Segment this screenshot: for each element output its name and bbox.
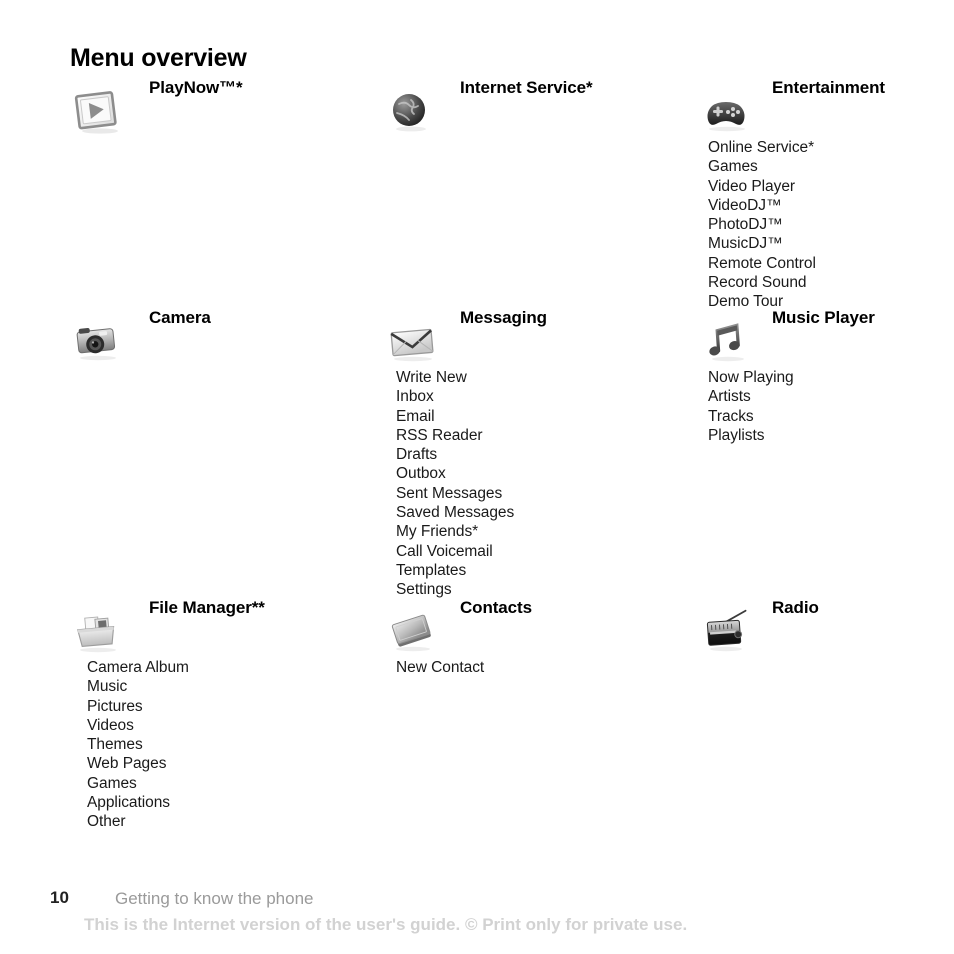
section-item[interactable]: Email [396,407,514,426]
section-item[interactable]: Templates [396,561,514,580]
section-item[interactable]: Sent Messages [396,484,514,503]
section-heading: Entertainment [772,78,885,97]
section-item[interactable]: Call Voicemail [396,542,514,561]
section-item[interactable]: Applications [87,793,189,812]
section-item-list: Online Service* Games Video Player VideoDJ™… [708,138,816,312]
address-book-icon [385,606,441,656]
section-heading: Messaging [460,308,547,327]
section-item[interactable]: Camera Album [87,658,189,677]
section-item[interactable]: Inbox [396,387,514,406]
section-item[interactable]: Now Playing [708,368,794,387]
section-heading: File Manager** [149,598,265,617]
globe-icon [385,86,441,136]
section-item[interactable]: Saved Messages [396,503,514,522]
section-item[interactable]: Settings [396,580,514,599]
section-item[interactable]: Games [708,157,816,176]
music-note-icon [700,316,756,366]
section-heading: Contacts [460,598,532,617]
menu-overview-page: Menu overview PlayNow™* Internet Service… [0,0,954,954]
page-title: Menu overview [70,44,247,72]
section-heading: Radio [772,598,819,617]
section-item[interactable]: New Contact [396,658,484,677]
section-heading: Camera [149,308,211,327]
section-item[interactable]: RSS Reader [396,426,514,445]
section-item[interactable]: Other [87,812,189,831]
section-heading: PlayNow™* [149,78,243,97]
folder-icon [70,606,126,656]
section-item[interactable]: My Friends* [396,522,514,541]
section-item[interactable]: Tracks [708,407,794,426]
section-item[interactable]: Drafts [396,445,514,464]
page-number: 10 [50,888,69,907]
section-item[interactable]: Outbox [396,464,514,483]
section-heading: Internet Service* [460,78,593,97]
section-item-list: Camera Album Music Pictures Videos Themes Web… [87,658,189,832]
section-item[interactable]: PhotoDJ™ [708,215,816,234]
section-item[interactable]: Video Player [708,177,816,196]
section-item-list: New Contact [396,658,484,677]
radio-icon [700,606,756,656]
section-item[interactable]: Games [87,774,189,793]
section-item[interactable]: Write New [396,368,514,387]
chapter-title: Getting to know the phone [115,889,314,908]
watermark-notice: This is the Internet version of the user… [84,915,688,934]
camera-icon [70,316,126,366]
gamepad-icon [700,86,756,136]
section-item-list: Now Playing Artists Tracks Playlists [708,368,794,445]
section-item[interactable]: Record Sound [708,273,816,292]
section-item[interactable]: Online Service* [708,138,816,157]
section-item[interactable]: Themes [87,735,189,754]
section-item[interactable]: VideoDJ™ [708,196,816,215]
section-item[interactable]: Remote Control [708,254,816,273]
section-item[interactable]: Web Pages [87,754,189,773]
section-item-list: Write New Inbox Email RSS Reader Drafts Outbo… [396,368,514,600]
envelope-icon [385,316,441,366]
section-item[interactable]: Artists [708,387,794,406]
playnow-icon [70,86,126,136]
section-item[interactable]: Videos [87,716,189,735]
section-heading: Music Player [772,308,875,327]
section-item[interactable]: MusicDJ™ [708,234,816,253]
section-item[interactable]: Music [87,677,189,696]
section-item[interactable]: Playlists [708,426,794,445]
section-item[interactable]: Pictures [87,697,189,716]
